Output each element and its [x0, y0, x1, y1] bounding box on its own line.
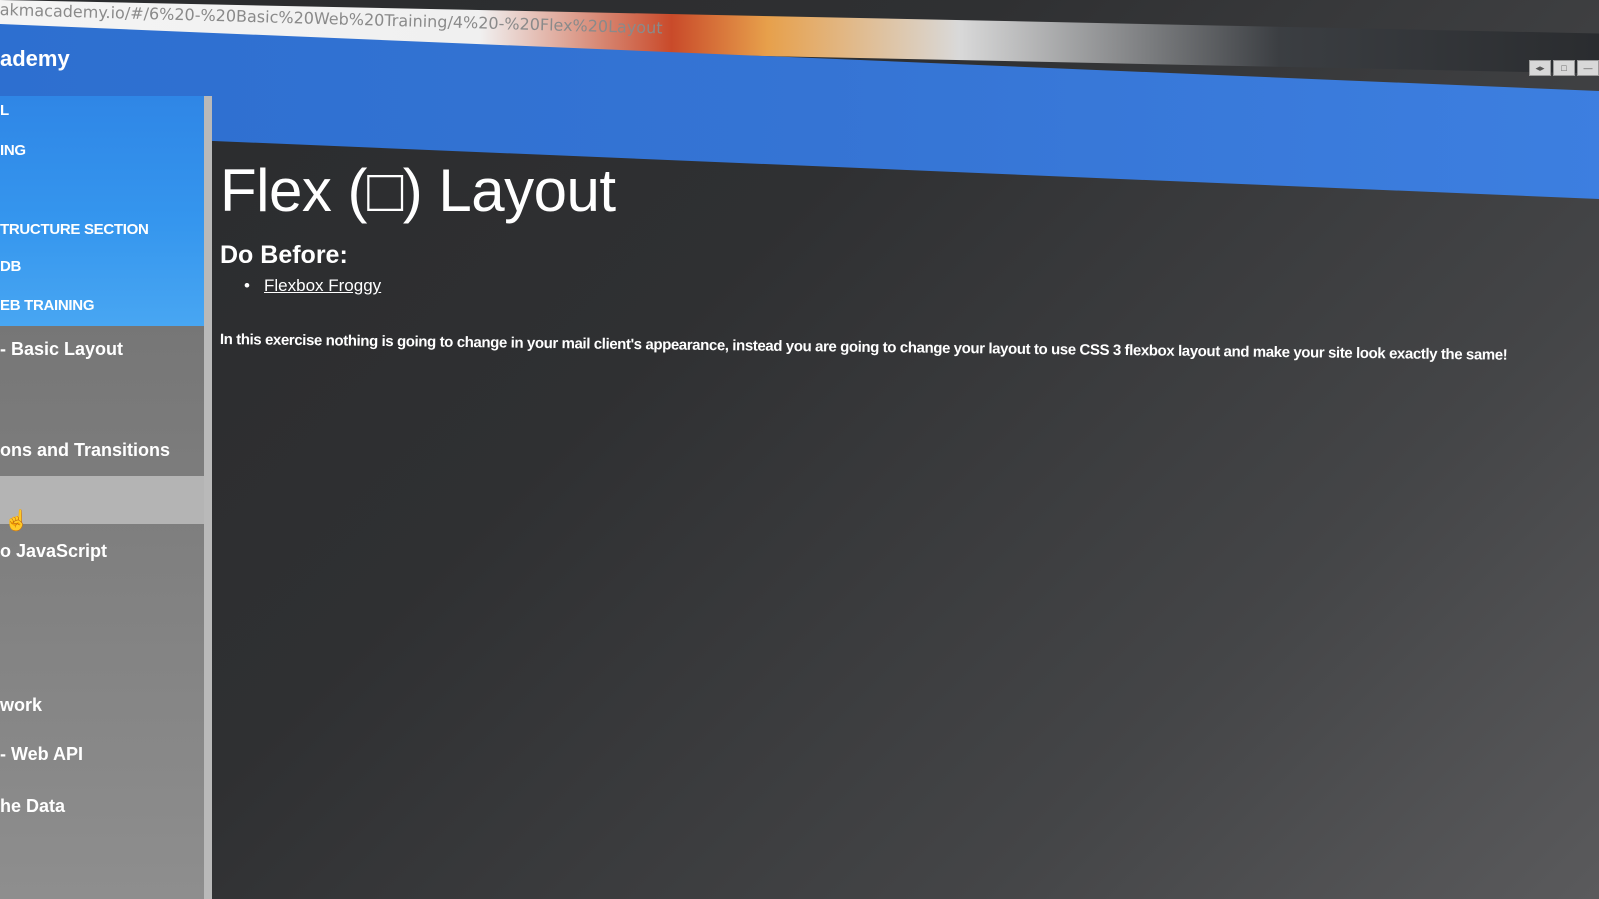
flexbox-froggy-link[interactable]: Flexbox Froggy: [264, 276, 381, 295]
sidebar-item-framework[interactable]: work: [0, 695, 42, 716]
sidebar-item-db[interactable]: DB: [0, 258, 21, 275]
exercise-description: In this exercise nothing is going to cha…: [219, 331, 1508, 364]
sidebar-item-hovered[interactable]: [0, 476, 204, 524]
sidebar-item-basic-layout[interactable]: - Basic Layout: [0, 339, 123, 360]
screen: akmacademy.io/#/6%20-%20Basic%20Web%20Tr…: [0, 0, 1599, 899]
sidebar-item-javascript[interactable]: o JavaScript: [0, 541, 107, 562]
minimize-icon[interactable]: —: [1577, 60, 1599, 76]
list-item: • Flexbox Froggy: [244, 276, 381, 296]
restore-icon[interactable]: ◂▸: [1529, 60, 1551, 76]
main-content: Flex (□) Layout Do Before: • Flexbox Fro…: [212, 104, 1599, 899]
prerequisite-list: • Flexbox Froggy: [244, 276, 381, 296]
do-before-heading: Do Before:: [220, 240, 348, 269]
sidebar-item-web-training[interactable]: EB TRAINING: [0, 297, 95, 314]
sidebar: L ING TRUCTURE SECTION DB EB TRAINING - …: [0, 96, 212, 899]
sidebar-item-1[interactable]: ING: [0, 142, 26, 159]
sidebar-section-header: [0, 96, 204, 326]
sidebar-item-web-api[interactable]: - Web API: [0, 744, 83, 765]
sidebar-item-data[interactable]: he Data: [0, 796, 65, 817]
app-title[interactable]: ademy: [0, 46, 70, 72]
bullet-icon: •: [244, 276, 250, 295]
sidebar-item-0[interactable]: L: [0, 102, 9, 119]
page-title: Flex (□) Layout: [220, 157, 616, 225]
window-controls: ◂▸ □ —: [1529, 60, 1599, 76]
sidebar-item-transitions[interactable]: ons and Transitions: [0, 440, 170, 461]
sidebar-item-structure-section[interactable]: TRUCTURE SECTION: [0, 221, 149, 238]
maximize-icon[interactable]: □: [1553, 60, 1575, 76]
hand-pointer-icon: ☝: [4, 510, 29, 532]
